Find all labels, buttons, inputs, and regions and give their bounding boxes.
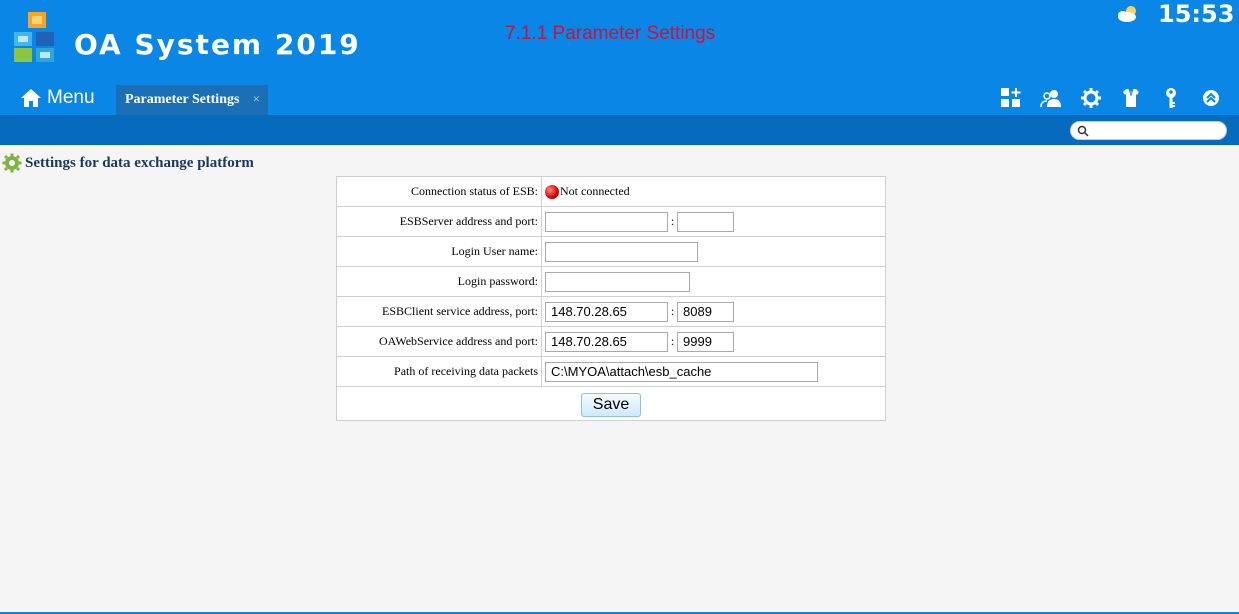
gear-icon: [2, 153, 22, 173]
tab-label: Parameter Settings: [125, 92, 240, 107]
search-icon: [1077, 125, 1089, 137]
esb-server-address-input[interactable]: [545, 211, 668, 232]
key-icon[interactable]: [1151, 85, 1191, 111]
form-row-esb-server: ESBServer address and port: :: [336, 206, 886, 237]
colon-separator: :: [670, 304, 675, 318]
save-button[interactable]: Save: [581, 392, 641, 417]
status-value: Not connected: [560, 183, 630, 198]
oa-webservice-address-input[interactable]: [545, 331, 668, 352]
form-row-login-password: Login password:: [336, 266, 886, 297]
status-label: Connection status of ESB:: [336, 176, 542, 207]
login-password-input[interactable]: [545, 271, 690, 292]
toolbar: [991, 85, 1231, 111]
users-icon[interactable]: [1031, 85, 1071, 111]
esb-client-address-input[interactable]: [545, 301, 668, 322]
receive-path-input[interactable]: [545, 361, 818, 382]
menu-button[interactable]: Menu: [20, 84, 95, 112]
partly-cloudy-icon: [1116, 4, 1140, 24]
colon-separator: :: [670, 334, 675, 348]
section-title-text: Settings for data exchange platform: [25, 154, 254, 171]
collapse-up-icon[interactable]: [1191, 85, 1231, 111]
gear-icon[interactable]: [1071, 85, 1111, 111]
tab-parameter-settings[interactable]: Parameter Settings ×: [116, 85, 268, 115]
home-icon: [21, 89, 41, 107]
login-user-input[interactable]: [545, 241, 698, 262]
section-title: Settings for data exchange platform: [2, 153, 254, 173]
esb-settings-form: Connection status of ESB: Not connected …: [336, 176, 886, 421]
login-user-label: Login User name:: [336, 236, 542, 267]
form-row-esb-client: ESBClient service address, port: :: [336, 296, 886, 327]
close-icon[interactable]: ×: [253, 91, 260, 107]
tab-bar: Menu Parameter Settings ×: [0, 84, 1239, 115]
form-row-status: Connection status of ESB: Not connected: [336, 176, 886, 207]
clock: 15:53: [1158, 0, 1235, 28]
search-box[interactable]: [1070, 121, 1227, 140]
app-logo: [14, 12, 60, 62]
menu-label: Menu: [47, 87, 95, 108]
receive-path-label: Path of receiving data packets: [336, 356, 542, 387]
form-row-save: Save: [336, 386, 886, 421]
login-password-label: Login password:: [336, 266, 542, 297]
form-row-receive-path: Path of receiving data packets: [336, 356, 886, 387]
form-row-login-user: Login User name:: [336, 236, 886, 267]
top-header: OA System 2019 7.1.1 Parameter Settings …: [0, 0, 1239, 84]
esb-client-port-input[interactable]: [677, 301, 734, 322]
esb-server-port-input[interactable]: [677, 211, 734, 232]
shirt-icon[interactable]: [1111, 85, 1151, 111]
oa-webservice-port-input[interactable]: [677, 331, 734, 352]
app-title: OA System 2019: [74, 28, 361, 61]
esb-client-label: ESBClient service address, port:: [336, 296, 542, 327]
search-input[interactable]: [1093, 123, 1221, 138]
colon-separator: :: [670, 214, 675, 228]
status-indicator-icon: [545, 185, 559, 200]
add-widget-icon[interactable]: [991, 85, 1031, 111]
page-heading: 7.1.1 Parameter Settings: [505, 23, 716, 44]
form-row-oa-webservice: OAWebService address and port: :: [336, 326, 886, 357]
oa-webservice-label: OAWebService address and port:: [336, 326, 542, 357]
search-strip: [0, 115, 1239, 145]
esb-server-label: ESBServer address and port:: [336, 206, 542, 237]
